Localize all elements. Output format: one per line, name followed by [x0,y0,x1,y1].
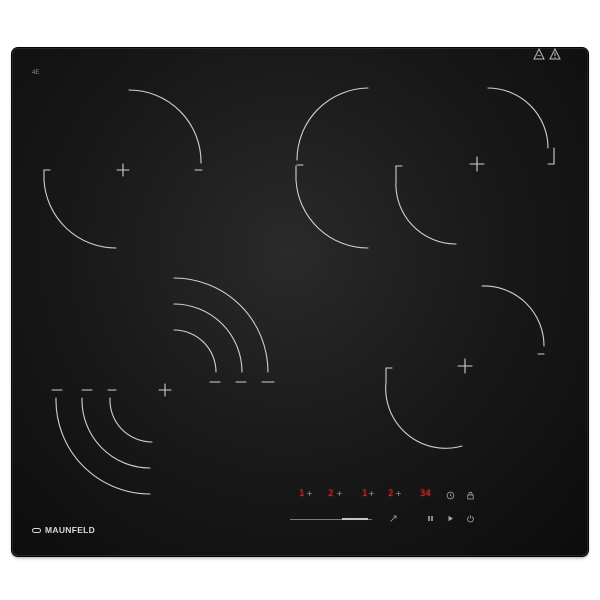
power-slider-fill [342,518,368,520]
cooking-zone-markings [43,87,555,495]
zone-3-plus-button[interactable]: + [368,489,375,499]
induction-cooktop-glass: 4E 1 + 2 + 1 + 2 + 34 MAUNFELD [12,48,588,556]
lock-icon[interactable] [466,491,475,500]
cooking-zone-flex-upper[interactable] [173,277,275,383]
cooking-zone-front-right[interactable] [385,285,545,449]
power-slider[interactable] [290,517,372,523]
booster-icon[interactable] [389,514,398,523]
brand-logo: MAUNFELD [32,525,95,535]
product-photo: 4E 1 + 2 + 1 + 2 + 34 MAUNFELD [0,0,600,600]
brand-name: MAUNFELD [45,525,96,535]
pause-icon[interactable] [426,514,435,523]
hot-surface-warning-icon [533,48,545,60]
zone-3-level-display: 1 [362,489,368,499]
brand-mark-icon [32,527,41,533]
zone-2-plus-button[interactable]: + [336,489,343,499]
timer-display: 34 [420,489,431,499]
cooking-zone-rear-right-large[interactable] [295,87,555,249]
clock-icon[interactable] [446,491,455,500]
zone-4-plus-button[interactable]: + [395,489,402,499]
play-icon[interactable] [446,514,455,523]
cooking-zone-rear-left[interactable] [43,89,203,249]
zone-1-level-display: 1 [299,489,305,499]
warning-icon [549,48,561,60]
zone-4-level-display: 2 [388,489,394,499]
power-icon[interactable] [466,514,475,523]
cooking-zone-flex-lower[interactable] [51,383,172,495]
zone-2-level-display: 2 [328,489,334,499]
model-marking: 4E [32,70,40,76]
zone-1-plus-button[interactable]: + [306,489,313,499]
